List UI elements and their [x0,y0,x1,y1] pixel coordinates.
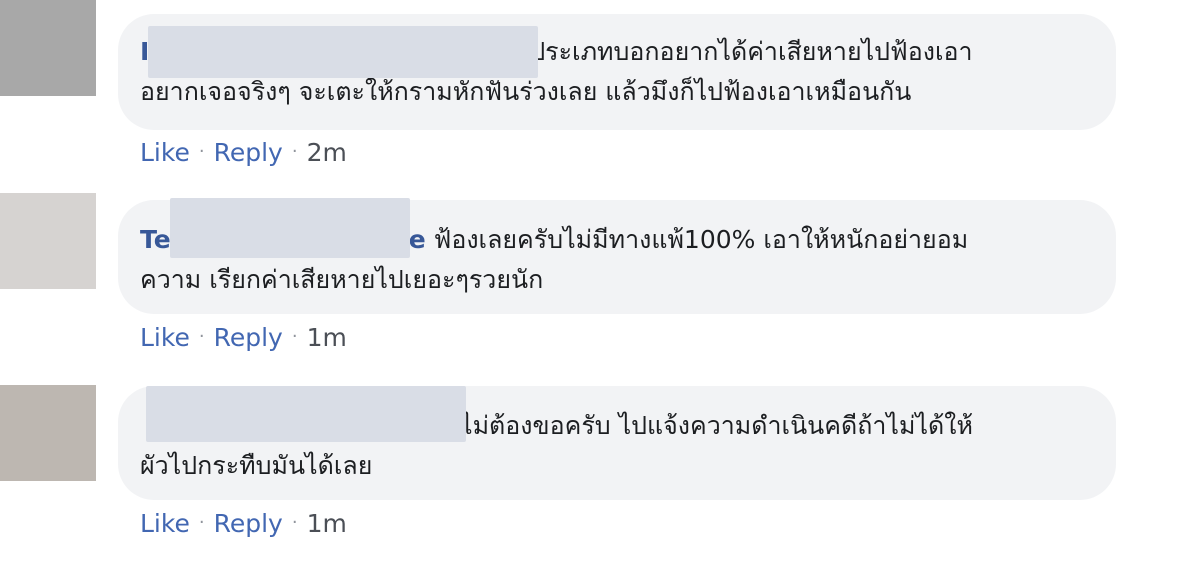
like-link[interactable]: Like [140,138,190,167]
separator: · [291,141,298,162]
comment-text: ประเภทบอกอยากได้ค่าเสียหายไปฟ้องเอา [529,37,973,66]
timestamp[interactable]: 2m [307,138,347,167]
comment-text-line: ผัวไปกระทืบมันได้เลย [140,446,1094,486]
comment-text: ความ เรียกค่าเสียหายไปเยอะๆรวยนัก [140,265,544,294]
comment-text: อยากเจอจริงๆ จะเตะให้กรามหักฟันร่วงเลย แ… [140,77,912,106]
comment-actions: Like · Reply · 1m [140,508,347,543]
comment-text-line: ความ เรียกค่าเสียหายไปเยอะๆรวยนัก [140,260,1094,300]
comment-text: ไม่ต้องขอครับ ไปแจ้งความดำเนินคดีถ้าไม่ไ… [460,411,973,440]
redacted-name [148,26,538,78]
author-name-tail[interactable]: e [409,225,426,254]
comment-text: ฟ้องเลยครับไม่มีทางแพ้100% เอาให้หนักอย่… [433,225,969,254]
redacted-name [170,198,410,258]
avatar[interactable] [0,0,96,96]
timestamp[interactable]: 1m [307,509,347,538]
avatar[interactable] [0,193,96,289]
reply-link[interactable]: Reply [214,323,283,352]
separator: · [198,512,205,533]
separator: · [198,141,205,162]
redacted-name [146,386,466,442]
separator: · [291,512,298,533]
comment-actions: Like · Reply · 2m [140,137,347,172]
comment-actions: Like · Reply · 1m [140,322,347,357]
separator: · [198,326,205,347]
author-name[interactable]: Te [140,225,171,254]
reply-link[interactable]: Reply [214,138,283,167]
reply-link[interactable]: Reply [214,509,283,538]
timestamp[interactable]: 1m [307,323,347,352]
comment-text: ผัวไปกระทืบมันได้เลย [140,451,373,480]
like-link[interactable]: Like [140,323,190,352]
separator: · [291,326,298,347]
comment-text-line: อยากเจอจริงๆ จะเตะให้กรามหักฟันร่วงเลย แ… [140,72,1094,112]
avatar[interactable] [0,385,96,481]
like-link[interactable]: Like [140,509,190,538]
